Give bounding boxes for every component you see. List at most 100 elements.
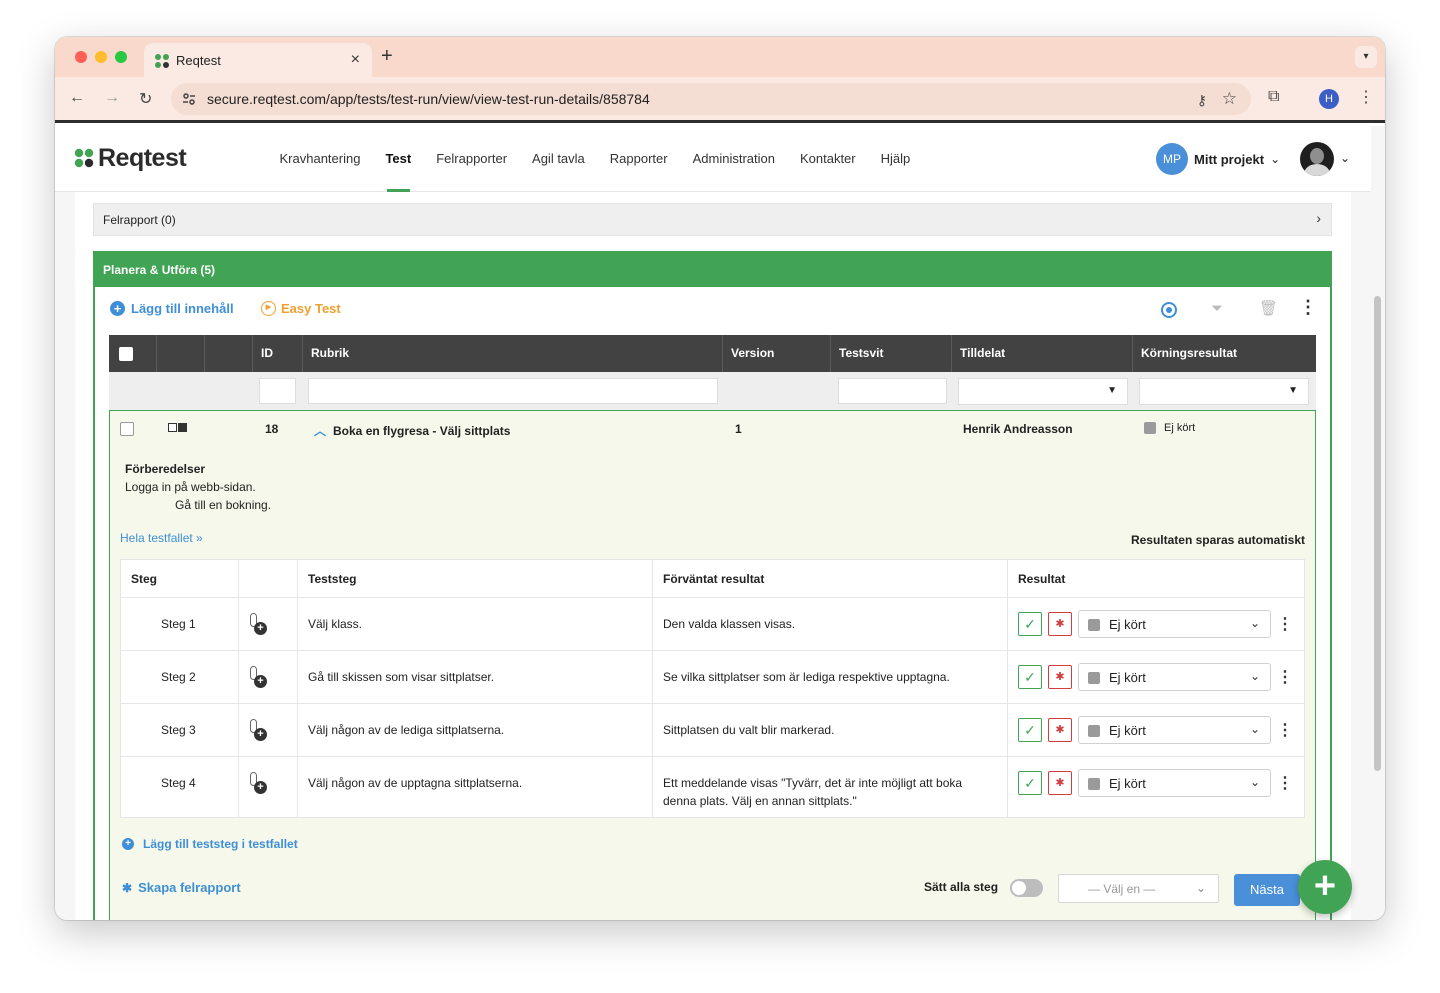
browser-profile-avatar[interactable]: H [1319,89,1339,109]
user-avatar[interactable] [1300,142,1334,176]
step-more-icon[interactable]: ⋮ [1277,720,1293,740]
filter-testsvit-input[interactable] [838,378,947,404]
minimize-window-button[interactable] [95,51,107,63]
filter-result-select[interactable]: ▼ [1139,378,1309,405]
col-tilldelat[interactable]: Tilldelat [952,335,1133,372]
add-attachment-icon[interactable]: + [249,719,269,741]
nav-felrapporter[interactable]: Felrapporter [424,126,520,192]
col-id[interactable]: ID [253,335,303,372]
filter-rubrik-input[interactable] [308,378,718,404]
nav-agil-tavla[interactable]: Agil tavla [520,126,598,192]
user-menu-chevron-icon[interactable]: ⌄ [1340,151,1350,165]
step-result-select[interactable]: Ej kört ⌄ [1078,769,1271,797]
col-rubrik[interactable]: Rubrik [303,335,723,372]
password-key-icon[interactable]: ⚷ [1197,92,1207,109]
step-more-icon[interactable]: ⋮ [1277,614,1293,634]
step-expected: Den valda klassen visas. [653,598,1008,650]
new-tab-icon[interactable]: + [381,45,393,68]
step-action: Välj någon av de lediga sittplatserna. [298,704,653,756]
nav-administration[interactable]: Administration [680,126,787,192]
bookmark-star-icon[interactable]: ☆ [1222,89,1237,109]
col-testsvit[interactable]: Testsvit [831,335,952,372]
tab-close-icon[interactable]: × [351,51,360,69]
nav-test[interactable]: Test [373,126,424,192]
tab-search-icon[interactable]: ▾ [1355,46,1377,68]
close-window-button[interactable] [75,51,87,63]
step-label: Steg 1 [121,598,239,650]
next-button[interactable]: Nästa [1234,874,1300,906]
filter-clear-icon[interactable]: ⏷ [1211,300,1223,317]
fail-bug-icon[interactable]: ✱ [1048,612,1072,636]
step-action: Välj klass. [298,598,653,650]
forward-icon[interactable]: → [104,89,120,107]
row-title-toggle[interactable]: ︿ Boka en flygresa - Välj sittplats [314,422,510,439]
preparations-heading: Förberedelser [125,462,206,476]
view-toggle-icon[interactable] [168,423,187,432]
col-version[interactable]: Version [723,335,831,372]
step-result-select[interactable]: Ej kört ⌄ [1078,610,1271,638]
pass-check-icon[interactable]: ✓ [1018,665,1042,689]
reqtest-logo[interactable]: Reqtest [73,143,187,173]
row-version: 1 [735,422,742,436]
zoom-window-button[interactable] [115,51,127,63]
pass-check-icon[interactable]: ✓ [1018,718,1042,742]
nav-hjalp[interactable]: Hjälp [868,126,923,192]
filter-tilldelat-select[interactable]: ▼ [958,378,1128,405]
step-label: Steg 4 [121,757,239,817]
easy-test-button[interactable]: ▶ Easy Test [261,301,341,316]
set-all-steps-select[interactable]: — Välj en — ⌄ [1058,874,1219,903]
add-attachment-icon[interactable]: + [249,613,269,635]
fail-bug-icon[interactable]: ✱ [1048,665,1072,689]
extensions-icon[interactable]: ⧉ [1268,88,1279,106]
nav-kontakter[interactable]: Kontakter [787,126,868,192]
preparations-line: Logga in på webb-sidan. [125,480,256,494]
step-expected: Sittplatsen du valt blir markerad. [653,704,1008,756]
scrollbar[interactable] [1374,296,1381,771]
tab-bar: Reqtest × + ▾ [55,37,1385,77]
caret-down-icon: ▼ [1107,385,1117,396]
back-icon[interactable]: ← [69,89,85,107]
trash-icon[interactable]: 🗑 [1259,299,1278,317]
select-all-checkbox[interactable] [119,347,133,361]
logo-text: Reqtest [98,143,187,172]
step-result-controls: ✓ ✱ Ej kört ⌄ ⋮ [1018,663,1293,691]
browser-window: Reqtest × + ▾ ← → ↻ secure.reqtest.com/a… [55,37,1385,920]
fail-bug-icon[interactable]: ✱ [1048,771,1072,795]
set-all-steps-toggle[interactable] [1010,879,1043,897]
step-more-icon[interactable]: ⋮ [1277,667,1293,687]
browser-tab[interactable]: Reqtest × [144,43,372,77]
status-not-run-icon [1088,778,1100,790]
step-result-value: Ej kört [1109,776,1146,791]
add-attachment-icon[interactable]: + [249,772,269,794]
nav-rapporter[interactable]: Rapporter [597,126,680,192]
omnibox[interactable]: secure.reqtest.com/app/tests/test-run/vi… [171,83,1251,115]
add-test-step-button[interactable]: + Lägg till teststeg i testfallet [122,837,298,851]
nav-kravhantering[interactable]: Kravhantering [267,126,373,192]
pass-check-icon[interactable]: ✓ [1018,612,1042,636]
step-more-icon[interactable]: ⋮ [1277,773,1293,793]
more-options-icon[interactable]: ⋮ [1299,297,1317,318]
project-selector[interactable]: MP Mitt projekt ⌄ [1156,143,1280,175]
reload-icon[interactable]: ↻ [139,89,152,109]
browser-menu-icon[interactable]: ⋮ [1358,87,1374,107]
fail-bug-icon[interactable]: ✱ [1048,718,1072,742]
site-info-icon[interactable] [181,91,197,107]
add-fab-plus-icon[interactable]: + [1298,860,1352,914]
filter-id-input[interactable] [259,378,296,404]
add-content-button[interactable]: + Lägg till innehåll [110,301,234,316]
step-result-select[interactable]: Ej kört ⌄ [1078,663,1271,691]
step-label: Steg 3 [121,704,239,756]
col-korningsresultat[interactable]: Körningsresultat [1133,335,1316,372]
address-bar: ← → ↻ secure.reqtest.com/app/tests/test-… [55,77,1385,123]
pass-check-icon[interactable]: ✓ [1018,771,1042,795]
easy-test-label: Easy Test [281,301,341,316]
add-attachment-icon[interactable]: + [249,666,269,688]
step-row: Steg 3 + Välj någon av de lediga sittpla… [121,704,1304,757]
create-bug-report-button[interactable]: ✱ Skapa felrapport [122,880,241,895]
step-attach-cell: + [239,704,298,756]
full-testcase-link[interactable]: Hela testfallet » [120,531,203,545]
bug-report-section[interactable]: Felrapport (0) › [93,203,1332,236]
step-result-select[interactable]: Ej kört ⌄ [1078,716,1271,744]
row-checkbox[interactable] [120,422,134,436]
target-view-icon[interactable] [1161,302,1177,318]
